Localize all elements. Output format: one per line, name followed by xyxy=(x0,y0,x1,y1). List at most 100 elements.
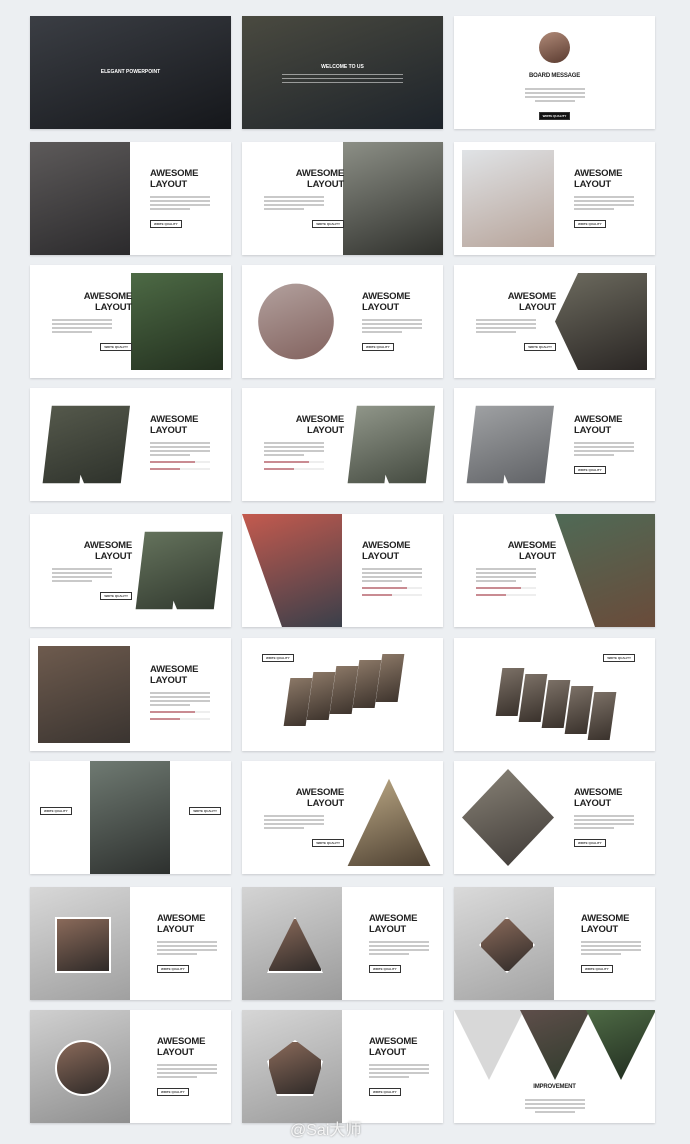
slide[interactable]: BOARD MESSAGE WRITE QUALITY xyxy=(454,16,655,129)
slide[interactable]: AWESOME LAYOUT WRITE QUALITY xyxy=(30,265,231,378)
write-quality-button[interactable]: WRITE QUALITY xyxy=(100,592,132,600)
slide[interactable]: AWESOME LAYOUT xyxy=(242,514,443,627)
slide[interactable]: AWESOME LAYOUT WRITE QUALITY xyxy=(242,265,443,378)
slide-text: AWESOME LAYOUT WRITE QUALITY xyxy=(264,168,344,230)
body-text-lines xyxy=(150,692,230,706)
body-text-lines xyxy=(574,196,654,210)
write-quality-button[interactable]: WRITE QUALITY xyxy=(538,112,571,120)
slide-text: IMPROVEMENTWRITE QUALITY xyxy=(494,1082,615,1123)
progress-bar xyxy=(476,593,536,596)
slide-photo xyxy=(466,405,554,484)
slide-title: AWESOME LAYOUT xyxy=(581,913,630,935)
progress-bar xyxy=(362,586,422,589)
slide-photo xyxy=(90,761,170,874)
slide[interactable]: AWESOME LAYOUT xyxy=(30,638,231,751)
slide-title: AWESOME LAYOUT xyxy=(362,291,411,313)
slide-title: AWESOME LAYOUT xyxy=(157,1036,206,1058)
slide[interactable]: AWESOME LAYOUT WRITE QUALITY xyxy=(242,1010,443,1123)
body-text-lines xyxy=(369,941,443,955)
slide-title: AWESOME LAYOUT xyxy=(150,168,199,190)
write-quality-button[interactable]: WRITE QUALITY xyxy=(189,807,221,815)
write-quality-button[interactable]: WRITE QUALITY xyxy=(262,654,294,662)
slide-title: AWESOME LAYOUT xyxy=(574,168,623,190)
slide-text: AWESOME LAYOUT WRITE QUALITY xyxy=(150,168,230,230)
slide[interactable]: AWESOME LAYOUT WRITE QUALITY xyxy=(30,514,231,627)
slide[interactable]: ELEGANT POWERPOINT xyxy=(30,16,231,129)
slide[interactable]: AWESOME LAYOUT WRITE QUALITY xyxy=(242,887,443,1000)
slide[interactable]: WELCOME TO US xyxy=(242,16,443,129)
slide[interactable]: IMPROVEMENTWRITE QUALITY xyxy=(454,1010,655,1123)
progress-bar xyxy=(150,467,210,470)
slide-photo xyxy=(242,16,443,129)
write-quality-button[interactable]: WRITE QUALITY xyxy=(369,1088,401,1096)
slide[interactable]: AWESOME LAYOUT xyxy=(242,388,443,501)
write-quality-button[interactable]: WRITE QUALITY xyxy=(603,654,635,662)
body-text-lines xyxy=(264,815,344,829)
slide-text: AWESOME LAYOUT xyxy=(150,414,230,470)
slide[interactable]: AWESOME LAYOUT WRITE QUALITY xyxy=(454,887,655,1000)
write-quality-button[interactable]: WRITE QUALITY xyxy=(157,965,189,973)
slide-title: AWESOME LAYOUT xyxy=(507,540,556,562)
write-quality-button[interactable]: WRITE QUALITY xyxy=(40,807,72,815)
write-quality-button[interactable]: WRITE QUALITY xyxy=(362,343,394,351)
write-quality-button[interactable]: WRITE QUALITY xyxy=(574,466,606,474)
slide-photo xyxy=(42,405,130,484)
slide-title: AWESOME LAYOUT xyxy=(369,913,418,935)
write-quality-button[interactable]: WRITE QUALITY xyxy=(312,839,344,847)
framed-photo xyxy=(55,917,111,973)
write-quality-button[interactable]: WRITE QUALITY xyxy=(312,220,344,228)
slide-text: AWESOME LAYOUT xyxy=(362,540,442,596)
write-quality-button[interactable]: WRITE QUALITY xyxy=(524,343,556,351)
slide-text: AWESOME LAYOUT WRITE QUALITY xyxy=(476,291,556,353)
write-quality-button[interactable]: WRITE QUALITY xyxy=(150,220,182,228)
body-text-lines xyxy=(574,815,654,829)
write-quality-button[interactable]: WRITE QUALITY xyxy=(581,965,613,973)
slide[interactable]: AWESOME LAYOUT xyxy=(30,388,231,501)
slide-text: AWESOME LAYOUT WRITE QUALITY xyxy=(264,787,344,849)
slide-text: AWESOME LAYOUT WRITE QUALITY xyxy=(157,913,231,975)
slide[interactable]: WRITE QUALITY WRITE QUALITY xyxy=(30,761,231,874)
slide[interactable]: AWESOME LAYOUT WRITE QUALITY xyxy=(454,142,655,255)
avatar xyxy=(539,32,570,63)
write-quality-button[interactable]: WRITE QUALITY xyxy=(369,965,401,973)
slide-title: AWESOME LAYOUT xyxy=(295,168,344,190)
slide-photo xyxy=(135,531,223,610)
slide[interactable]: AWESOME LAYOUT WRITE QUALITY xyxy=(454,388,655,501)
slide[interactable]: AWESOME LAYOUT WRITE QUALITY xyxy=(454,761,655,874)
slide-photo xyxy=(555,273,647,370)
slide-photo xyxy=(347,778,431,866)
slide[interactable]: AWESOME LAYOUT WRITE QUALITY xyxy=(242,142,443,255)
write-quality-button[interactable]: WRITE QUALITY xyxy=(157,1088,189,1096)
body-text-lines xyxy=(476,568,556,582)
progress-bar xyxy=(362,593,422,596)
write-quality-button[interactable]: WRITE QUALITY xyxy=(574,220,606,228)
slide[interactable]: AWESOME LAYOUT WRITE QUALITY xyxy=(30,142,231,255)
body-text-lines xyxy=(52,568,132,582)
slide[interactable]: AWESOME LAYOUT WRITE QUALITY xyxy=(30,887,231,1000)
body-text-lines xyxy=(369,1064,443,1078)
slide-title: AWESOME LAYOUT xyxy=(369,1036,418,1058)
slide-title: AWESOME LAYOUT xyxy=(295,787,344,809)
slide-text: AWESOME LAYOUT WRITE QUALITY xyxy=(157,1036,231,1098)
slide[interactable]: AWESOME LAYOUT xyxy=(454,514,655,627)
slide-photo xyxy=(242,514,342,627)
slide[interactable]: WRITE QUALITY xyxy=(242,638,443,751)
body-text-lines xyxy=(476,319,556,333)
slide-title: AWESOME LAYOUT xyxy=(150,414,199,436)
triangle-photo xyxy=(520,1010,590,1080)
photo-strip xyxy=(587,692,617,740)
framed-photo xyxy=(55,1040,111,1096)
slide[interactable]: AWESOME LAYOUT WRITE QUALITY xyxy=(30,1010,231,1123)
slide-text: AWESOME LAYOUT WRITE QUALITY xyxy=(369,1036,443,1098)
slide-text: AWESOME LAYOUT xyxy=(476,540,556,596)
body-text-lines xyxy=(264,196,344,210)
write-quality-button[interactable]: WRITE QUALITY xyxy=(574,839,606,847)
slide[interactable]: AWESOME LAYOUT WRITE QUALITY xyxy=(242,761,443,874)
slide-text: AWESOME LAYOUT xyxy=(264,414,344,470)
slide-photo xyxy=(347,405,435,484)
slide-title: AWESOME LAYOUT xyxy=(83,540,132,562)
slide[interactable]: AWESOME LAYOUT WRITE QUALITY xyxy=(454,265,655,378)
write-quality-button[interactable]: WRITE QUALITY xyxy=(100,343,132,351)
slide[interactable]: WRITE QUALITY xyxy=(454,638,655,751)
slide-photo xyxy=(462,769,554,866)
